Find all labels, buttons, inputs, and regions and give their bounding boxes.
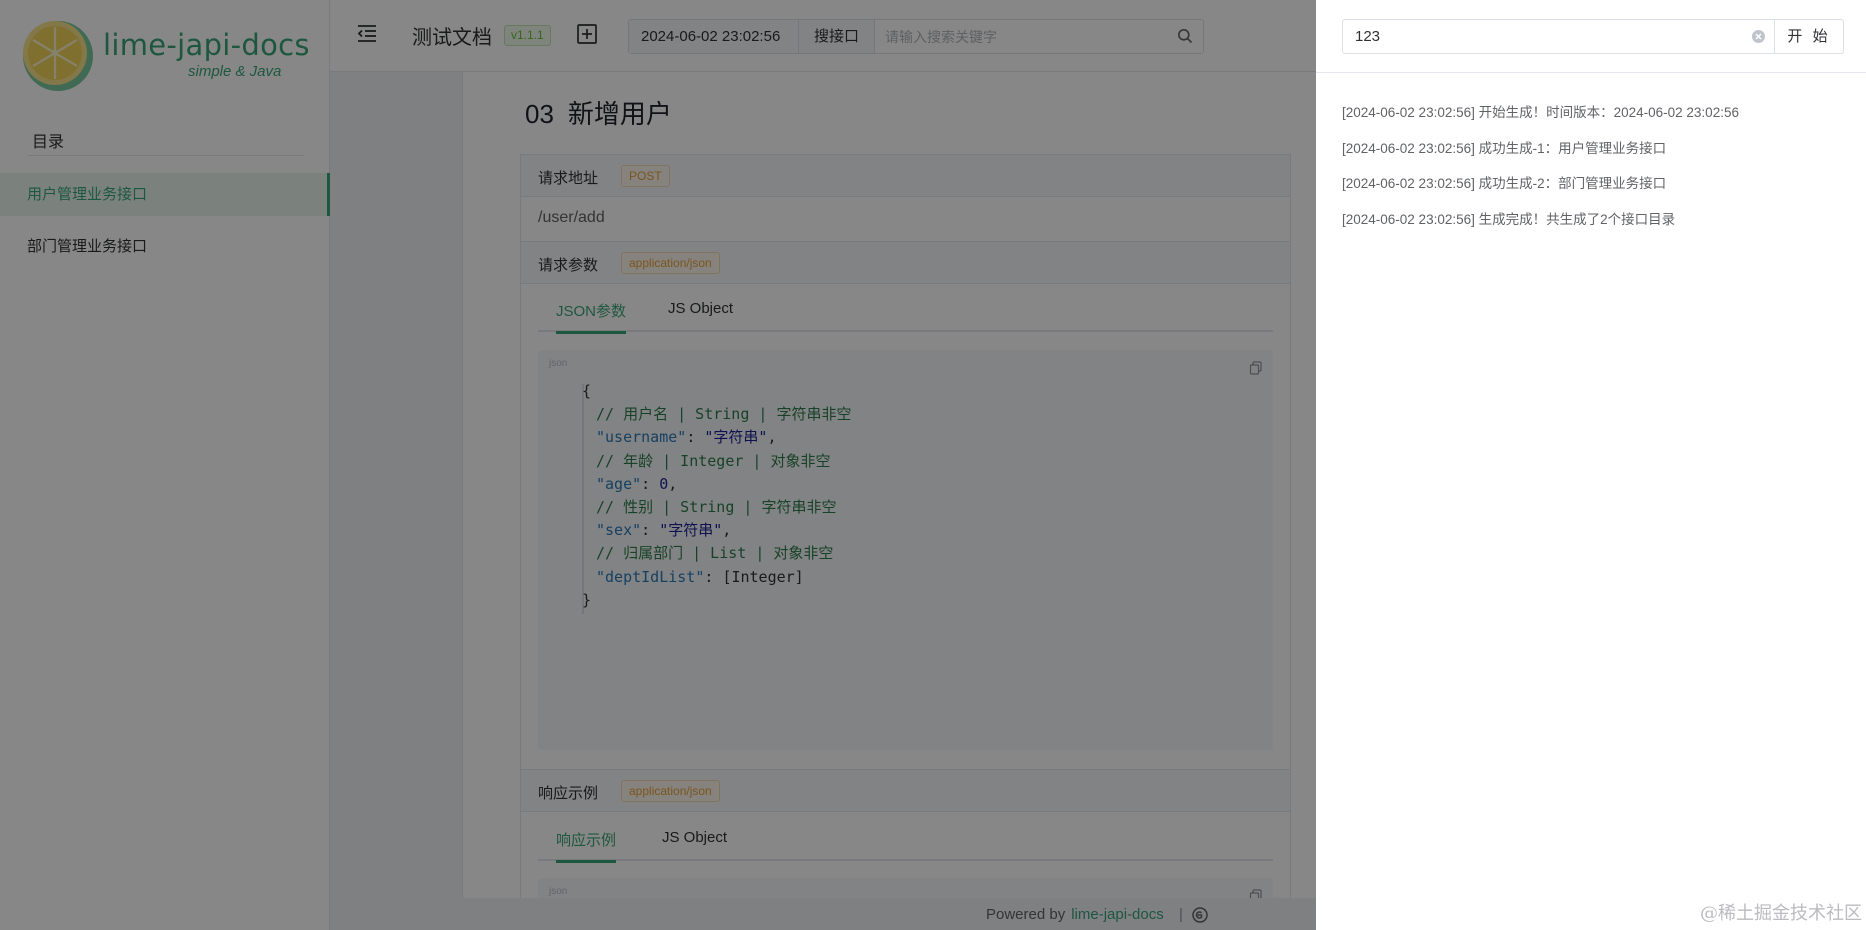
start-button[interactable]: 开 始 <box>1775 19 1844 54</box>
log-line: [2024-06-02 23:02:56] 成功生成-2：部门管理业务接口 <box>1342 176 1667 191</box>
drawer-input[interactable] <box>1343 20 1743 53</box>
log-line: [2024-06-02 23:02:56] 开始生成！时间版本：2024-06-… <box>1342 105 1739 120</box>
generate-drawer: 开 始 [2024-06-02 23:02:56] 开始生成！时间版本：2024… <box>1316 0 1866 930</box>
drawer-header: 开 始 <box>1316 0 1866 73</box>
clear-icon[interactable] <box>1751 29 1766 44</box>
log-line: [2024-06-02 23:02:56] 成功生成-1：用户管理业务接口 <box>1342 141 1667 156</box>
modal-overlay[interactable] <box>0 0 1316 930</box>
watermark: @稀土掘金技术社区 <box>1700 903 1862 924</box>
drawer-input-wrap <box>1342 19 1775 54</box>
log-line: [2024-06-02 23:02:56] 生成完成！共生成了2个接口目录 <box>1342 212 1676 227</box>
